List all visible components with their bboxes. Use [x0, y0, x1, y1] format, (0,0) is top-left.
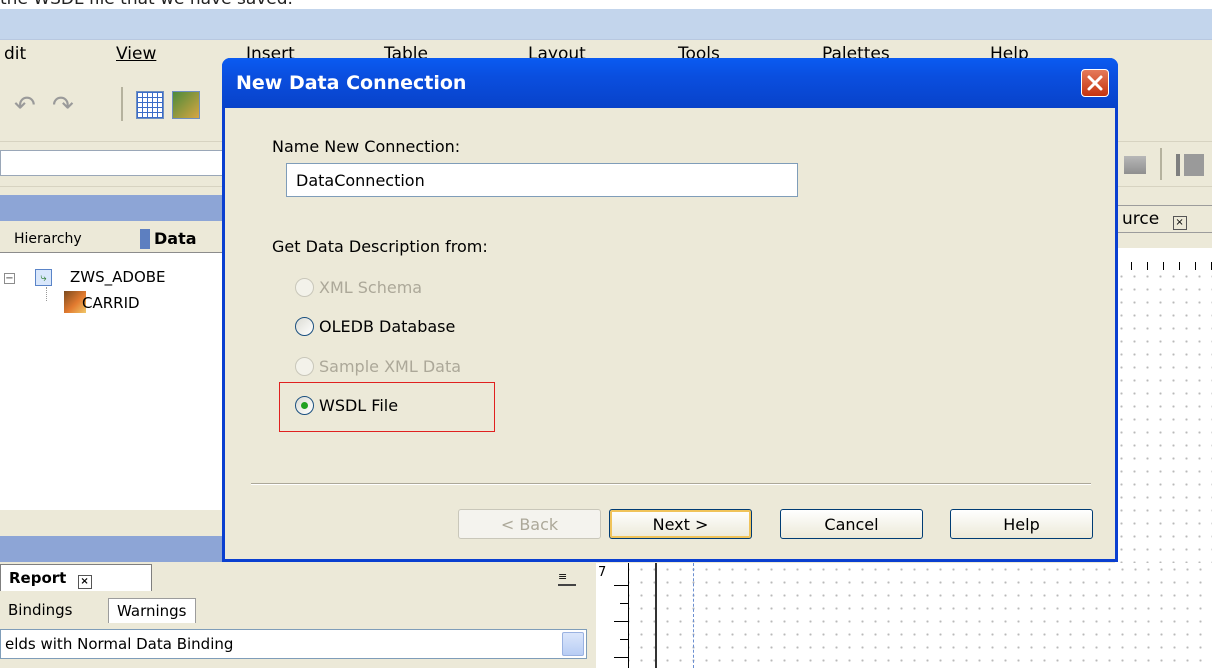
panel-splitter[interactable]	[590, 562, 596, 668]
tab-data-view[interactable]: Data	[154, 227, 197, 251]
menu-view[interactable]: View	[116, 43, 156, 65]
report-panel-header	[0, 536, 230, 562]
dialog-titlebar[interactable]: New Data Connection	[222, 58, 1118, 108]
data-view-panel-header	[0, 195, 230, 221]
schema-icon: ⤷	[35, 269, 52, 286]
insert-object-icon[interactable]	[172, 91, 200, 119]
connection-name-input[interactable]	[286, 163, 798, 197]
design-canvas-lower[interactable]	[596, 563, 1212, 668]
source-tab[interactable]: urce ×	[1115, 205, 1212, 233]
toolbar-separator	[121, 87, 123, 121]
chevron-down-icon[interactable]	[562, 632, 584, 656]
panel-menu-icon[interactable]: ≡	[558, 570, 576, 586]
tree-item-zws-adobe[interactable]: ZWS_ADOBE	[70, 267, 166, 287]
horizontal-ruler	[1115, 248, 1212, 270]
binding-filter-select[interactable]: elds with Normal Data Binding	[0, 629, 587, 659]
vertical-ruler: 7	[596, 563, 629, 668]
radio-sample-xml-data[interactable]	[295, 357, 314, 376]
tab-hierarchy[interactable]: Hierarchy	[14, 227, 82, 251]
option-xml-schema-label: XML Schema	[319, 278, 423, 297]
ruler-tick	[620, 639, 628, 640]
tree-item-carrid[interactable]: CARRID	[82, 293, 140, 313]
radio-selected-dot	[301, 402, 308, 409]
close-tab-icon[interactable]: ×	[1172, 216, 1187, 230]
tree-connector	[46, 287, 48, 301]
page-border	[655, 563, 657, 668]
toolbar-separator	[1160, 148, 1162, 180]
option-wsdl-file-label: WSDL File	[319, 396, 399, 415]
radio-xml-schema[interactable]	[295, 278, 314, 297]
help-button[interactable]: Help	[950, 509, 1093, 539]
dialog-title: New Data Connection	[236, 72, 467, 94]
option-sample-xml-data-label: Sample XML Data	[319, 357, 462, 376]
toolbar-field[interactable]	[0, 150, 228, 176]
ruler-mark: 7	[598, 565, 607, 580]
guide-line	[693, 563, 694, 668]
back-button[interactable]: < Back	[458, 509, 601, 539]
collapse-icon[interactable]: −	[4, 273, 15, 284]
ruler-tick	[614, 621, 628, 622]
distribute-icon[interactable]	[1176, 154, 1204, 176]
data-tree: − ⤷ ZWS_ADOBE CARRID	[0, 253, 230, 510]
option-oledb-database-label: OLEDB Database	[319, 317, 456, 336]
cancel-button[interactable]: Cancel	[780, 509, 923, 539]
close-tab-icon[interactable]: ×	[77, 575, 92, 589]
radio-oledb-database[interactable]	[295, 317, 314, 336]
redo-icon[interactable]: ↷	[52, 91, 74, 121]
name-connection-label: Name New Connection:	[272, 137, 461, 156]
ruler-tick	[614, 657, 628, 658]
report-subtabs: Bindings Warnings	[0, 595, 590, 625]
ruler-tick	[620, 603, 628, 604]
radio-wsdl-file[interactable]	[295, 396, 314, 415]
dialog-separator	[251, 483, 1091, 485]
ruler-tick	[614, 585, 628, 586]
new-data-connection-dialog: New Data Connection Name New Connection:…	[222, 58, 1118, 562]
source-tab-label: urce	[1122, 209, 1160, 229]
undo-icon[interactable]: ↶	[14, 91, 36, 121]
left-panel-tabs: Hierarchy Data	[0, 224, 230, 253]
binding-filter-value: elds with Normal Data Binding	[5, 635, 234, 653]
app-titlebar	[0, 9, 1212, 39]
caption-text: the WSDL file that we have saved.	[0, 0, 1212, 9]
tab-report[interactable]: Report ×	[0, 564, 152, 591]
tab-marker-icon	[140, 229, 150, 249]
tab-bindings[interactable]: Bindings	[8, 598, 73, 622]
data-source-label: Get Data Description from:	[272, 237, 488, 256]
table-grid-icon[interactable]	[136, 91, 164, 119]
close-icon	[1087, 75, 1103, 91]
align-icon[interactable]	[1124, 156, 1146, 174]
report-tab-label: Report	[9, 569, 67, 587]
next-button[interactable]: Next >	[609, 509, 752, 539]
report-tab-row: Report × ≡	[0, 562, 590, 592]
close-button[interactable]	[1081, 69, 1109, 97]
menu-edit[interactable]: dit	[4, 43, 26, 65]
tab-warnings[interactable]: Warnings	[108, 598, 196, 623]
